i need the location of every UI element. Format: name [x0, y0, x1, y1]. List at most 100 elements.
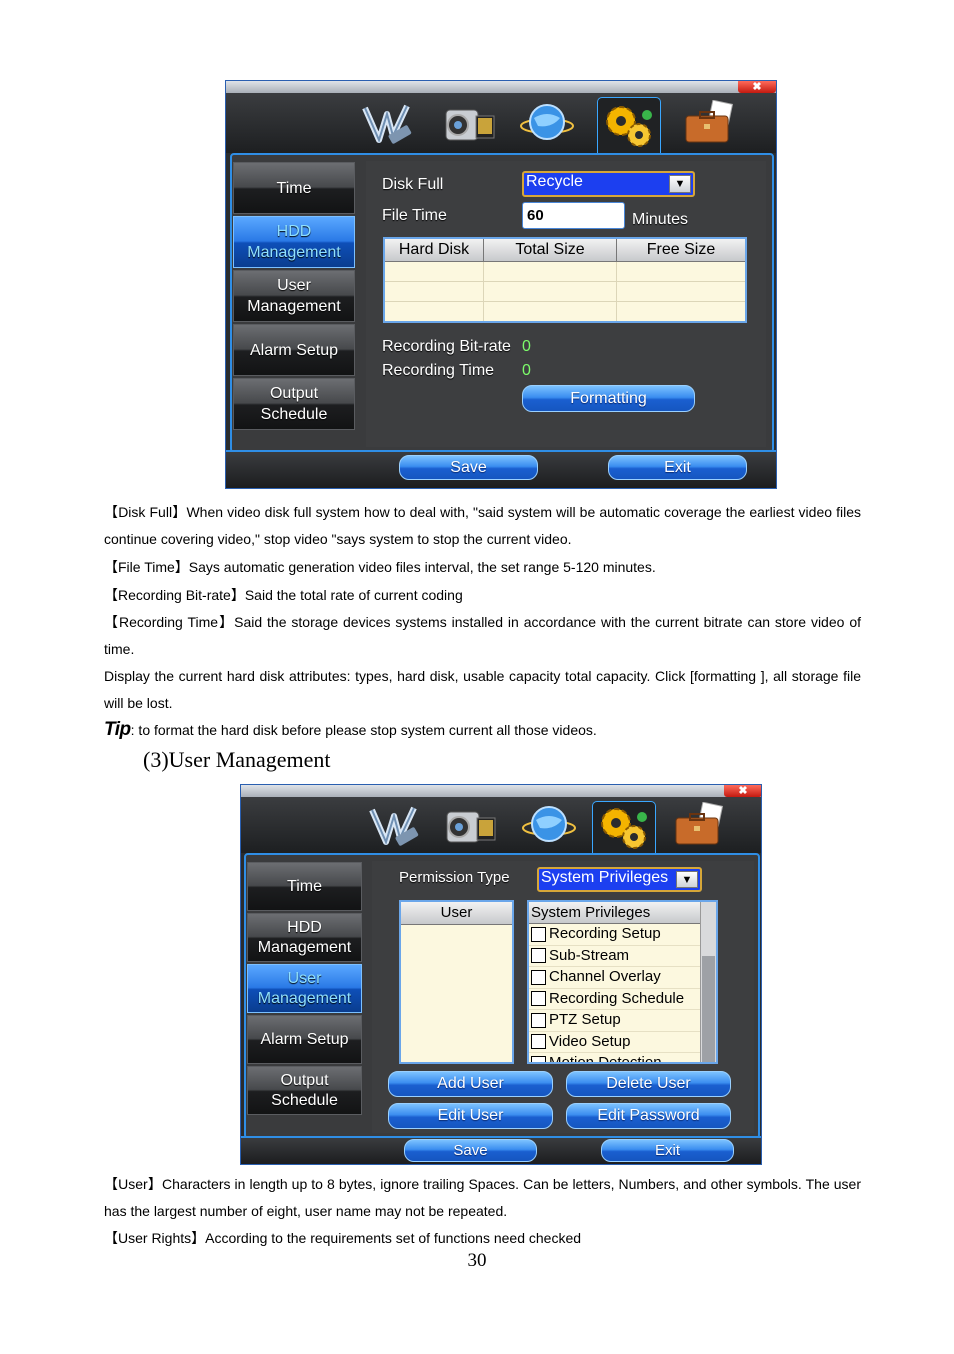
privilege-label: Motion Detection: [549, 1054, 662, 1064]
checkbox[interactable]: [531, 969, 546, 985]
close-button[interactable]: ✖: [724, 785, 761, 797]
term-tag: 【Disk Full】: [104, 504, 187, 520]
save-button[interactable]: Save: [404, 1139, 537, 1162]
menu-label: Alarm Setup: [260, 1031, 349, 1048]
permission-type-value: System Privileges: [541, 869, 669, 886]
menu-item-time[interactable]: Time: [233, 162, 355, 214]
briefcase-icon: [685, 100, 734, 143]
privilege-item[interactable]: Recording Setup: [529, 924, 716, 946]
menu-label: Output Schedule: [271, 1071, 338, 1109]
menu-item-output-schedule[interactable]: Output Schedule: [247, 1066, 362, 1115]
window-title-bar: [226, 81, 776, 93]
tab-wand[interactable]: [363, 799, 425, 851]
file-time-paragraph: 【File Time】Says automatic generation vid…: [104, 554, 861, 581]
privilege-item[interactable]: Video Setup: [529, 1032, 716, 1053]
term-tag: 【File Time】: [104, 559, 189, 575]
tip-paragraph: Tip: to format the hard disk before plea…: [104, 716, 861, 744]
privilege-label: Recording Setup: [549, 925, 661, 943]
scrollbar-thumb[interactable]: [702, 956, 715, 1062]
disk-full-label: Disk Full: [382, 176, 444, 193]
privilege-item[interactable]: PTZ Setup: [529, 1010, 716, 1032]
recording-bitrate-value: 0: [522, 338, 531, 355]
privilege-item[interactable]: Recording Schedule: [529, 989, 716, 1010]
privilege-item[interactable]: Motion Detection: [529, 1053, 716, 1064]
tab-system-settings[interactable]: [597, 97, 661, 154]
checkbox[interactable]: [531, 1034, 546, 1050]
checkbox[interactable]: [531, 1055, 546, 1062]
menu-item-hdd-management[interactable]: HDD Management: [233, 216, 355, 268]
description: Says automatic generation video files in…: [188, 559, 656, 575]
recording-time-paragraph: 【Recording Time】Said the storage devices…: [104, 609, 861, 664]
recording-bitrate-label: Recording Bit-rate: [382, 338, 511, 355]
table-row[interactable]: [383, 261, 747, 282]
menu-item-alarm-setup[interactable]: Alarm Setup: [247, 1015, 362, 1064]
privilege-label: Channel Overlay: [549, 968, 661, 986]
checkbox[interactable]: [531, 948, 546, 964]
tab-globe[interactable]: [516, 97, 578, 149]
menu-label: Time: [276, 179, 312, 197]
delete-user-button[interactable]: Delete User: [566, 1071, 731, 1097]
hdd-management-screenshot: ✖ Time HDD Management User Management Al…: [225, 80, 777, 489]
section-heading: (3)User Management: [143, 747, 331, 772]
checkbox[interactable]: [531, 991, 546, 1007]
menu-label: User Management: [257, 969, 352, 1007]
exit-button[interactable]: Exit: [608, 455, 747, 480]
checkbox[interactable]: [531, 926, 546, 942]
tab-system-settings[interactable]: [592, 801, 656, 854]
file-time-input[interactable]: 60: [522, 202, 625, 229]
menu-label: HDD Management: [257, 918, 352, 956]
disk-full-select[interactable]: Recycle ▼: [522, 171, 695, 197]
checkbox[interactable]: [531, 1012, 546, 1028]
formatting-button[interactable]: Formatting: [522, 385, 695, 412]
table-row[interactable]: [383, 301, 747, 323]
hard-disk-table: Hard Disk Total Size Free Size: [383, 237, 747, 323]
add-user-button[interactable]: Add User: [388, 1071, 553, 1097]
camcorder-icon: [446, 811, 496, 843]
term-tag: 【User Rights】: [104, 1230, 206, 1246]
tab-globe[interactable]: [518, 799, 580, 851]
user-rights-paragraph: 【User Rights】According to the requiremen…: [104, 1225, 861, 1252]
term-tag: 【Recording Time】: [104, 614, 235, 630]
menu-item-hdd-management[interactable]: HDD Management: [247, 913, 362, 962]
menu-item-time[interactable]: Time: [247, 862, 362, 911]
disk-full-paragraph: 【Disk Full】When video disk full system h…: [104, 499, 861, 554]
close-button[interactable]: ✖: [738, 81, 776, 93]
table-row[interactable]: [383, 281, 747, 302]
permission-type-select[interactable]: System Privileges ▼: [537, 867, 702, 892]
menu-item-user-management[interactable]: User Management: [247, 964, 362, 1013]
menu-item-user-management[interactable]: User Management: [233, 270, 355, 322]
privilege-list[interactable]: System Privileges Recording Setup Sub-St…: [527, 900, 718, 1064]
exit-button[interactable]: Exit: [601, 1139, 734, 1162]
user-paragraph: 【User】Characters in length up to 8 bytes…: [104, 1171, 861, 1226]
edit-user-button[interactable]: Edit User: [388, 1103, 553, 1129]
tab-briefcase[interactable]: [678, 97, 740, 149]
scrollbar[interactable]: [700, 902, 716, 1062]
menu-item-alarm-setup[interactable]: Alarm Setup: [233, 324, 355, 376]
globe-icon: [520, 104, 574, 140]
camcorder-icon: [445, 109, 495, 141]
tab-briefcase[interactable]: [668, 799, 730, 851]
permission-type-label: Permission Type: [399, 869, 510, 886]
edit-password-button[interactable]: Edit Password: [566, 1103, 731, 1129]
menu-item-output-schedule[interactable]: Output Schedule: [233, 378, 355, 430]
recording-time-label: Recording Time: [382, 362, 495, 379]
user-list-header: User: [401, 902, 512, 925]
menu-label: User Management: [247, 277, 341, 315]
tab-wand[interactable]: [356, 97, 418, 149]
chevron-down-icon: ▼: [676, 871, 698, 888]
chevron-down-icon: ▼: [669, 175, 691, 193]
tip-label: Tip: [104, 719, 131, 740]
tab-camcorder[interactable]: [438, 97, 500, 149]
user-list[interactable]: User: [399, 900, 514, 1064]
save-button[interactable]: Save: [399, 455, 538, 480]
column-header-free-size: Free Size: [616, 237, 747, 262]
description: Said the total rate of current coding: [244, 587, 463, 603]
privilege-item[interactable]: Channel Overlay: [529, 967, 716, 989]
user-management-screenshot: ✖ Time HDD Management User Management Al…: [240, 784, 762, 1165]
briefcase-icon: [675, 802, 724, 845]
privilege-item[interactable]: Sub-Stream: [529, 946, 716, 967]
tab-camcorder[interactable]: [439, 799, 501, 851]
column-header-hard-disk: Hard Disk: [383, 237, 484, 262]
menu-label: Output Schedule: [260, 385, 328, 423]
wand-icon: [369, 806, 419, 846]
